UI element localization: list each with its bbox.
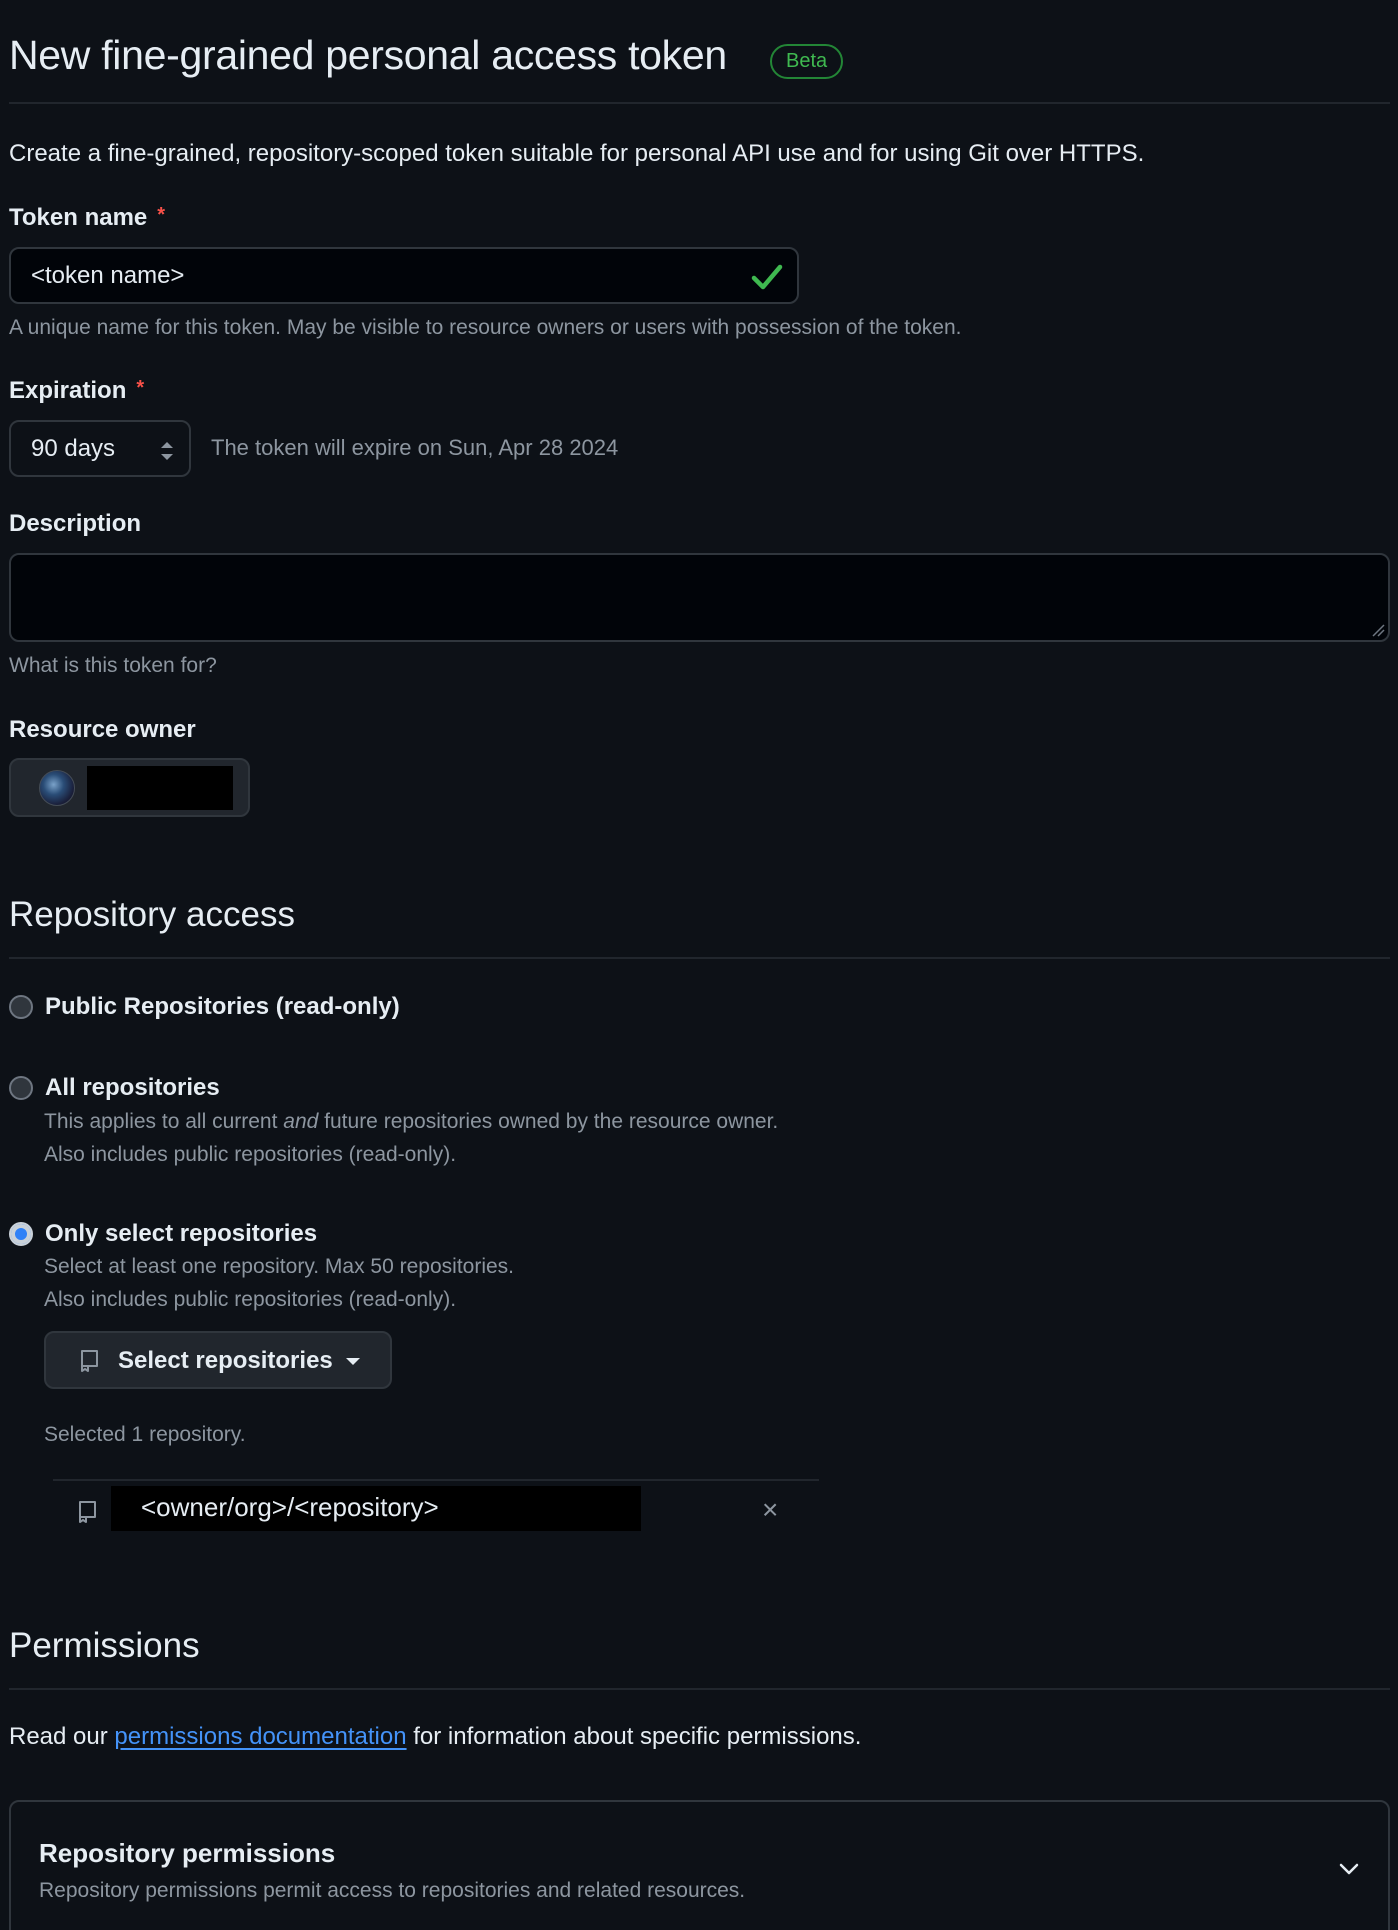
repository-permissions-title: Repository permissions	[39, 1838, 336, 1868]
page-title: New fine-grained personal access token	[9, 32, 727, 78]
token-name-input[interactable]: <token name>	[9, 247, 799, 304]
expiration-label-text: Expiration	[9, 377, 127, 404]
token-name-label: Token name *	[9, 204, 165, 232]
token-name-hint: A unique name for this token. May be vis…	[9, 316, 962, 339]
radio-public-repositories[interactable]	[9, 995, 33, 1019]
radio-all-repositories[interactable]	[9, 1076, 33, 1100]
expiration-select[interactable]: 90 days	[9, 420, 191, 477]
select-repositories-button[interactable]: Select repositories	[44, 1331, 392, 1389]
repo-icon	[79, 1501, 96, 1523]
new-token-page: New fine-grained personal access token B…	[0, 0, 1398, 1930]
expiration-label: Expiration *	[9, 377, 144, 405]
all-repos-desc-post: future repositories owned by the resourc…	[318, 1110, 779, 1133]
check-icon	[751, 264, 783, 290]
avatar	[39, 770, 75, 806]
repository-permissions-desc: Repository permissions permit access to …	[39, 1879, 746, 1902]
select-arrows-icon	[161, 442, 173, 460]
all-repositories-label[interactable]: All repositories	[45, 1074, 220, 1102]
redacted-owner-name	[87, 766, 233, 810]
permissions-documentation-link[interactable]: permissions documentation	[114, 1723, 406, 1750]
resize-grip-icon[interactable]	[1371, 623, 1385, 637]
only-select-desc-line2: Also includes public repositories (read-…	[44, 1288, 457, 1311]
public-repositories-label[interactable]: Public Repositories (read-only)	[45, 993, 400, 1021]
repository-access-divider	[9, 957, 1390, 959]
permissions-divider	[9, 1688, 1390, 1690]
repository-access-heading: Repository access	[9, 895, 295, 934]
resource-owner-label: Resource owner	[9, 716, 196, 743]
selected-repos-divider	[53, 1479, 819, 1481]
chevron-down-icon[interactable]	[1338, 1862, 1360, 1876]
beta-badge: Beta	[770, 44, 844, 79]
permissions-intro: Read our permissions documentation for i…	[9, 1723, 861, 1751]
permissions-intro-pre: Read our	[9, 1723, 115, 1750]
all-repos-desc-em: and	[283, 1110, 319, 1133]
permissions-heading: Permissions	[9, 1626, 200, 1665]
close-icon[interactable]: ×	[762, 1496, 778, 1524]
select-repositories-label: Select repositories	[118, 1347, 333, 1374]
only-select-repositories-label[interactable]: Only select repositories	[45, 1220, 317, 1248]
page-intro: Create a fine-grained, repository-scoped…	[9, 140, 1145, 167]
description-textarea[interactable]	[9, 553, 1390, 642]
permissions-intro-post: for information about specific permissio…	[406, 1723, 862, 1750]
resource-owner-button[interactable]	[9, 758, 250, 817]
all-repos-desc-line2: Also includes public repositories (read-…	[44, 1143, 457, 1166]
expiration-note: The token will expire on Sun, Apr 28 202…	[211, 435, 619, 460]
title-divider	[9, 102, 1390, 104]
only-select-desc-line1: Select at least one repository. Max 50 r…	[44, 1255, 515, 1278]
selected-count: Selected 1 repository.	[44, 1423, 246, 1446]
selected-repo-name: <owner/org>/<repository>	[111, 1486, 641, 1531]
all-repositories-desc: This applies to all current and future r…	[44, 1105, 778, 1171]
description-label: Description	[9, 510, 142, 537]
token-name-label-text: Token name	[9, 204, 148, 231]
radio-only-select-repositories[interactable]	[9, 1222, 33, 1246]
required-mark: *	[136, 377, 145, 399]
only-select-desc: Select at least one repository. Max 50 r…	[44, 1250, 514, 1316]
all-repos-desc-pre: This applies to all current	[44, 1110, 284, 1133]
repo-icon	[81, 1350, 98, 1372]
repository-permissions-panel[interactable]: Repository permissions Repository permis…	[9, 1800, 1390, 1930]
required-mark: *	[157, 204, 166, 226]
expiration-value: 90 days	[31, 435, 116, 462]
description-hint: What is this token for?	[9, 654, 217, 677]
caret-down-icon	[346, 1358, 360, 1365]
token-name-value: <token name>	[31, 262, 185, 289]
